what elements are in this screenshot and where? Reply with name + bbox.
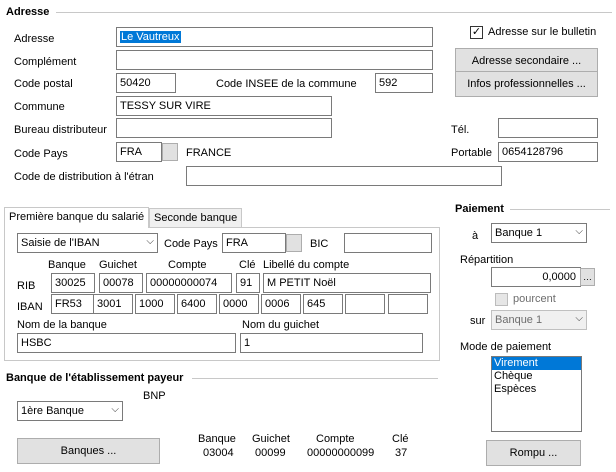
rib-compte-field[interactable]: 00000000074: [146, 273, 232, 293]
bulletin-checkbox-label: Adresse sur le bulletin: [488, 26, 597, 38]
iban-part-8[interactable]: [345, 294, 385, 314]
etablissement-banque-select[interactable]: 1ère Banque ⌵: [17, 401, 123, 421]
etab-header-banque: Banque: [198, 433, 236, 445]
mode-especes[interactable]: Espèces: [492, 383, 581, 396]
commune-field[interactable]: TESSY SUR VIRE: [116, 96, 332, 116]
banque-code-pays-lookup-button[interactable]: [286, 234, 302, 252]
adresse-field[interactable]: Le Vautreux: [116, 27, 433, 47]
rib-header-compte: Compte: [168, 259, 207, 271]
code-postal-label: Code postal: [14, 78, 73, 90]
iban-part-5[interactable]: 0000: [219, 294, 259, 314]
chevron-down-icon: ⌵: [575, 313, 583, 324]
commune-label: Commune: [14, 101, 65, 113]
nom-banque-field[interactable]: HSBC: [17, 333, 236, 353]
sur-label: sur: [470, 315, 486, 327]
adresse-label: Adresse: [14, 33, 55, 45]
infos-professionnelles-button[interactable]: Infos professionnelles ...: [455, 71, 598, 97]
tab-seconde-banque[interactable]: Seconde banque: [149, 208, 243, 228]
rib-header-cle: Clé: [239, 259, 256, 271]
etablissement-section-divider: [192, 378, 438, 379]
banques-button[interactable]: Banques ...: [17, 438, 160, 464]
bulletin-checkbox[interactable]: ✓: [470, 26, 483, 39]
pourcent-label: pourcent: [513, 293, 556, 305]
bureau-field[interactable]: [116, 118, 332, 138]
adresse-section-title: Adresse: [6, 6, 50, 18]
portable-label: Portable: [451, 147, 492, 159]
nom-guichet-label: Nom du guichet: [242, 319, 320, 331]
nom-guichet-field[interactable]: 1: [240, 333, 423, 353]
code-postal-field[interactable]: 50420: [116, 73, 176, 93]
rib-header-guichet: Guichet: [99, 259, 137, 271]
tab-premiere-banque[interactable]: Première banque du salarié: [4, 207, 150, 228]
banque-code-pays-label: Code Pays: [164, 238, 218, 250]
etab-value-banque: 03004: [203, 447, 234, 459]
etablissement-section-title: Banque de l'établissement payeur: [6, 372, 184, 384]
mode-cheque[interactable]: Chèque: [492, 370, 581, 383]
saisie-iban-select[interactable]: Saisie de l'IBAN ⌵: [17, 233, 158, 253]
etab-header-compte: Compte: [316, 433, 355, 445]
iban-part-6[interactable]: 0006: [261, 294, 301, 314]
iban-label: IBAN: [17, 301, 43, 313]
iban-part-9[interactable]: [388, 294, 428, 314]
etab-header-guichet: Guichet: [252, 433, 290, 445]
tel-label: Tél.: [451, 124, 470, 136]
code-insee-label: Code INSEE de la commune: [216, 78, 357, 90]
code-insee-field[interactable]: 592: [375, 73, 433, 93]
repartition-lookup-button[interactable]: …: [580, 268, 595, 286]
etab-value-cle: 37: [395, 447, 408, 459]
code-pays-label: Code Pays: [14, 148, 68, 160]
portable-field[interactable]: 0654128796: [498, 142, 598, 162]
complement-label: Complément: [14, 56, 77, 68]
chevron-down-icon: ⌵: [111, 404, 119, 415]
rib-cle-field[interactable]: 91: [236, 273, 260, 293]
nom-banque-label: Nom de la banque: [17, 319, 107, 331]
bureau-label: Bureau distributeur: [14, 124, 107, 136]
bic-label: BIC: [310, 238, 329, 250]
rib-banque-field[interactable]: 30025: [51, 273, 95, 293]
adresse-section-divider: [56, 12, 612, 13]
code-pays-lookup-button[interactable]: [162, 143, 178, 161]
iban-part-4[interactable]: 6400: [177, 294, 217, 314]
iban-part-3[interactable]: 1000: [135, 294, 175, 314]
pourcent-checkbox[interactable]: [495, 293, 508, 306]
mode-virement[interactable]: Virement: [492, 357, 581, 370]
code-distribution-label: Code de distribution à l'étran: [14, 171, 154, 183]
code-pays-field[interactable]: FRA: [116, 142, 162, 162]
etab-header-cle: Clé: [392, 433, 409, 445]
iban-part-1[interactable]: FR53: [51, 294, 95, 314]
chevron-down-icon: ⌵: [146, 236, 154, 247]
paiement-a-label: à: [472, 230, 479, 242]
bic-field[interactable]: [344, 233, 432, 253]
paiement-a-select[interactable]: Banque 1 ⌵: [491, 223, 587, 243]
tel-field[interactable]: [498, 118, 598, 138]
mode-paiement-list[interactable]: Virement Chèque Espèces: [491, 356, 582, 432]
rib-guichet-field[interactable]: 00078: [99, 273, 143, 293]
paiement-section-title: Paiement: [455, 203, 504, 215]
rib-header-libelle: Libellé du compte: [263, 259, 350, 271]
pays-name: FRANCE: [186, 147, 232, 159]
chevron-down-icon: ⌵: [575, 226, 583, 237]
paiement-section-divider: [510, 209, 610, 210]
etablissement-bank-name: BNP: [143, 390, 166, 402]
rib-libelle-field[interactable]: M PETIT Noël: [263, 273, 431, 293]
mode-paiement-label: Mode de paiement: [460, 341, 552, 353]
rib-label: RIB: [17, 280, 36, 292]
sur-select[interactable]: Banque 1 ⌵: [491, 310, 587, 330]
iban-part-2[interactable]: 3001: [93, 294, 133, 314]
rompu-button[interactable]: Rompu ...: [486, 440, 581, 466]
repartition-field[interactable]: 0,0000: [491, 267, 581, 287]
complement-field[interactable]: [116, 50, 433, 70]
repartition-label: Répartition: [460, 254, 514, 266]
etab-value-guichet: 00099: [255, 447, 286, 459]
code-distribution-field[interactable]: [186, 166, 502, 186]
banque-code-pays-field[interactable]: FRA: [222, 233, 286, 253]
etab-value-compte: 00000000099: [307, 447, 375, 459]
iban-part-7[interactable]: 645: [303, 294, 343, 314]
rib-header-banque: Banque: [48, 259, 86, 271]
